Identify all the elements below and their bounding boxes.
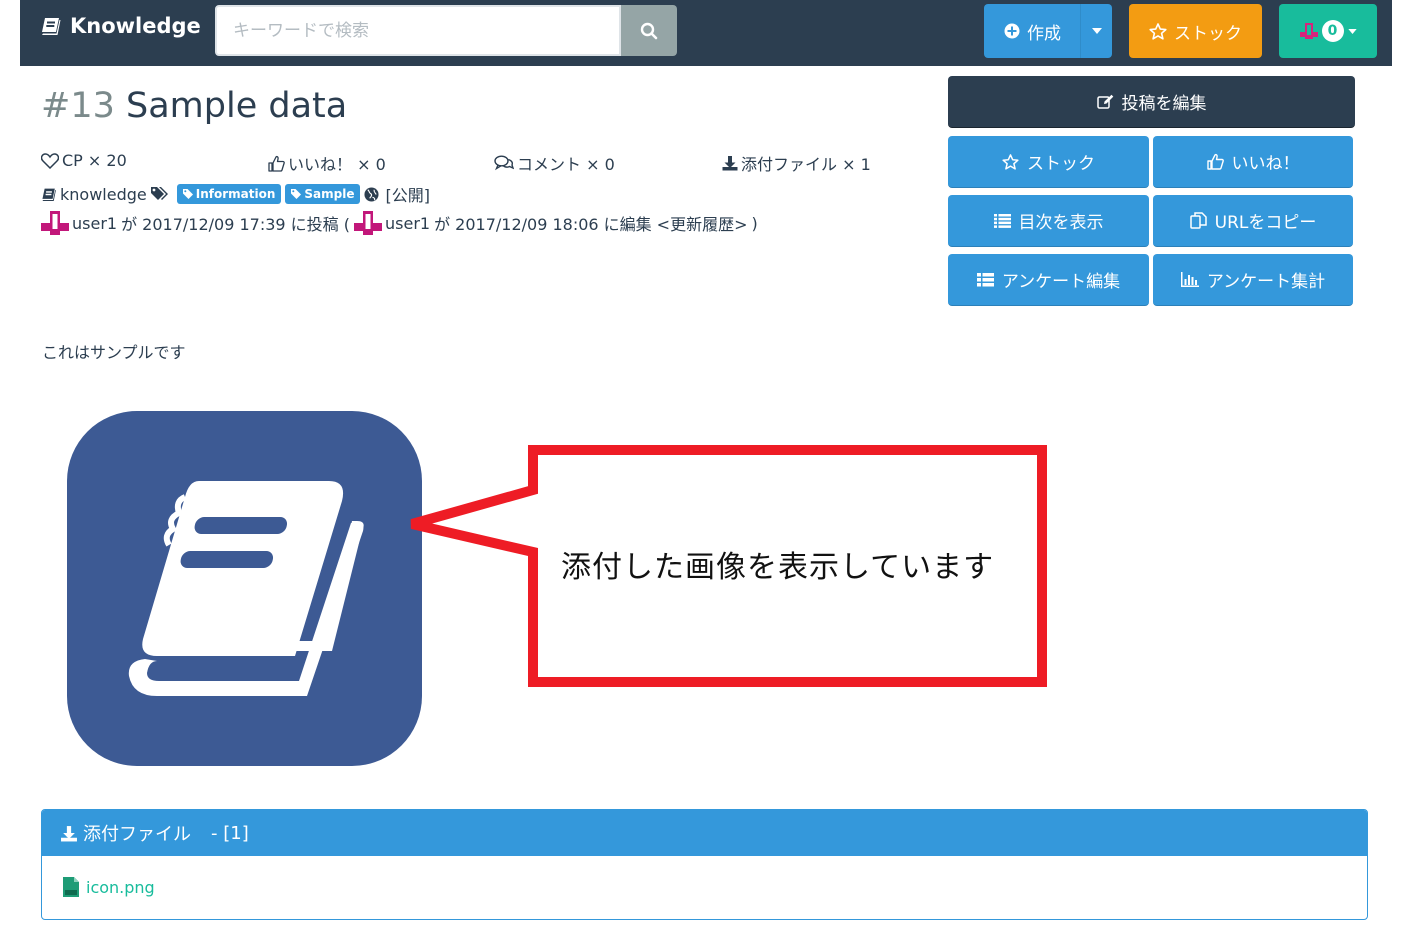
close-paren: ) xyxy=(751,213,758,233)
tag-icon xyxy=(291,189,302,199)
create-dropdown-toggle[interactable] xyxy=(1080,4,1112,58)
history-link[interactable]: <更新履歴> xyxy=(657,211,748,235)
search-input[interactable] xyxy=(215,5,621,56)
stock-list-button[interactable]: ストック xyxy=(1129,4,1262,58)
copy-url-label: URLをコピー xyxy=(1214,213,1317,233)
tags-row: knowledge Information Sample [公開] xyxy=(41,182,430,206)
search-form xyxy=(215,5,677,56)
toc-label: 目次を表示 xyxy=(1018,213,1104,233)
likes-stat[interactable]: いいね！ × 0 xyxy=(268,151,386,175)
user-avatar-icon xyxy=(1299,23,1318,39)
edit-label: 投稿を編集 xyxy=(1121,94,1207,114)
user-avatar-icon[interactable] xyxy=(354,211,382,235)
caret-down-icon xyxy=(1091,28,1102,34)
edit-button[interactable]: 投稿を編集 xyxy=(948,76,1355,128)
tag-label: Information xyxy=(195,187,276,201)
star-icon xyxy=(1002,153,1019,170)
article-title: Sample data xyxy=(126,86,348,126)
tag-sample[interactable]: Sample xyxy=(285,184,361,204)
attachments-panel-header: 添付ファイル - [1] xyxy=(42,810,1367,856)
plus-circle-icon xyxy=(1004,23,1020,39)
book-icon xyxy=(42,18,61,35)
tag-icon xyxy=(182,189,193,199)
survey-edit-button[interactable]: アンケート編集 xyxy=(948,254,1149,306)
edited-text: が 2017/12/09 18:06 に編集 xyxy=(434,215,652,234)
comments-icon xyxy=(494,155,514,171)
list-icon xyxy=(993,213,1011,228)
post-info: user1 が 2017/12/09 17:39 に投稿 ( user1 が 2… xyxy=(41,211,758,235)
like-button[interactable]: いいね！ xyxy=(1153,136,1353,188)
stock-label: ストック xyxy=(1027,154,1095,174)
create-button[interactable]: 作成 xyxy=(984,4,1080,58)
copy-url-button[interactable]: URLをコピー xyxy=(1153,195,1353,247)
copy-icon xyxy=(1189,212,1207,229)
user-menu-button[interactable]: 0 xyxy=(1279,4,1377,58)
comments-count: コメント × 0 xyxy=(517,155,615,174)
likes-count: いいね！ × 0 xyxy=(288,155,386,174)
knowledge-app-icon-image xyxy=(67,411,422,766)
tags-icon xyxy=(150,187,168,200)
thumbs-up-icon xyxy=(268,155,285,172)
callout-text: 添付した画像を表示しています xyxy=(561,550,995,585)
edit-icon xyxy=(1096,94,1113,109)
create-label: 作成 xyxy=(1027,23,1061,44)
attachments-count-label: - [1] xyxy=(211,822,249,844)
article-body-text: これはサンプルです xyxy=(42,343,186,362)
group-link[interactable]: knowledge xyxy=(60,185,147,204)
download-icon xyxy=(722,156,738,171)
survey-result-label: アンケート集計 xyxy=(1206,272,1326,292)
stock-list-label: ストック xyxy=(1174,23,1242,44)
download-icon xyxy=(61,825,77,841)
attachments-panel: 添付ファイル - [1] icon.png xyxy=(41,809,1368,920)
heart-icon xyxy=(41,152,59,169)
list-alt-icon xyxy=(976,272,994,286)
brand-link[interactable]: Knowledge xyxy=(40,14,201,38)
attachments-count: 添付ファイル × 1 xyxy=(741,155,871,174)
caret-down-icon xyxy=(1347,28,1357,34)
cp-stat[interactable]: CP × 20 xyxy=(41,151,127,170)
thumbs-up-icon xyxy=(1206,153,1224,170)
tag-label: Sample xyxy=(304,187,355,201)
attachments-stat[interactable]: 添付ファイル × 1 xyxy=(722,151,871,175)
bar-chart-icon xyxy=(1180,272,1199,287)
book-icon xyxy=(42,188,56,201)
creator-name[interactable]: user1 xyxy=(72,214,117,233)
editor-name[interactable]: user1 xyxy=(385,214,430,233)
create-button-group: 作成 xyxy=(984,4,1112,58)
attachments-list: icon.png xyxy=(42,856,1367,918)
survey-edit-label: アンケート編集 xyxy=(1001,272,1121,292)
attachments-heading: 添付ファイル xyxy=(83,824,191,845)
article-number: #13 xyxy=(41,86,115,126)
attachment-link[interactable]: icon.png xyxy=(86,878,155,897)
brand-name: Knowledge xyxy=(70,14,201,38)
comments-stat[interactable]: コメント × 0 xyxy=(494,151,615,175)
globe-icon xyxy=(364,186,379,202)
like-label: いいね！ xyxy=(1231,154,1300,174)
navbar: Knowledge 作成 ストック 0 xyxy=(20,0,1392,66)
page-title: #13 Sample data xyxy=(41,86,347,126)
toc-button[interactable]: 目次を表示 xyxy=(948,195,1149,247)
survey-result-button[interactable]: アンケート集計 xyxy=(1153,254,1353,306)
search-button[interactable] xyxy=(621,5,677,56)
user-avatar-icon[interactable] xyxy=(41,211,69,235)
cp-count: CP × 20 xyxy=(62,151,127,170)
visibility-label: [公開] xyxy=(385,186,430,205)
png-file-icon xyxy=(63,877,79,897)
search-icon xyxy=(640,22,658,39)
created-text: が 2017/12/09 17:39 に投稿 ( xyxy=(121,215,350,234)
stock-button[interactable]: ストック xyxy=(948,136,1149,188)
star-icon xyxy=(1149,22,1167,40)
tag-information[interactable]: Information xyxy=(176,184,282,204)
notification-badge: 0 xyxy=(1321,20,1344,42)
